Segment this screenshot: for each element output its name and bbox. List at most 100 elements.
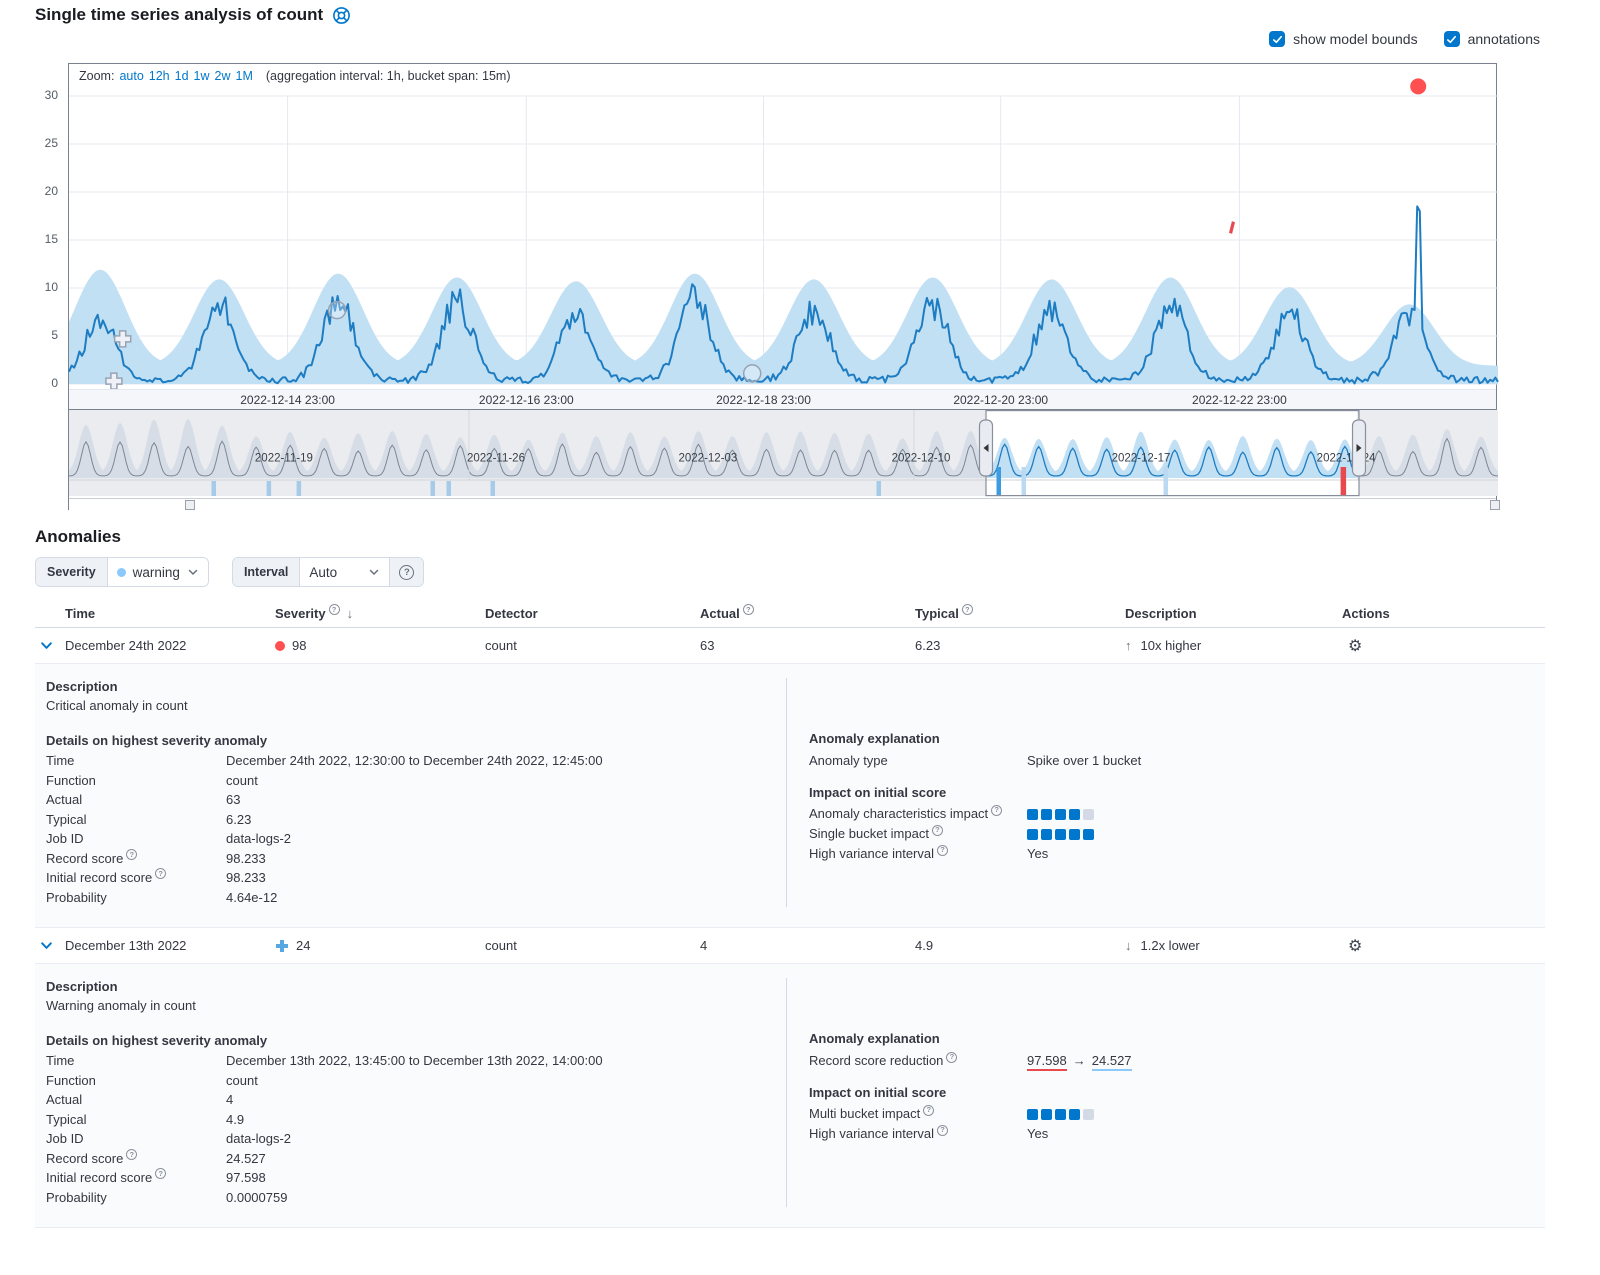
- svg-text:2022-11-26: 2022-11-26: [467, 453, 525, 465]
- focus-chart[interactable]: [69, 88, 1498, 389]
- severity-filter-label: Severity: [36, 558, 107, 586]
- details-heading: Details on highest severity anomaly: [46, 1031, 786, 1051]
- zoom-auto-link[interactable]: auto: [119, 69, 143, 83]
- annotation-mark[interactable]: [997, 467, 1002, 496]
- chevron-down-icon: [368, 566, 380, 578]
- annotation-mark[interactable]: [877, 481, 882, 496]
- y-tick-30: 30: [28, 88, 58, 102]
- track-handle-left[interactable]: [185, 500, 195, 510]
- severity-filter: Severity warning: [35, 557, 209, 587]
- anomaly-detector: count: [485, 938, 700, 953]
- col-time[interactable]: Time: [65, 606, 275, 621]
- zoom-label: Zoom:: [79, 69, 114, 83]
- annotation-mark[interactable]: [447, 481, 452, 496]
- interval-help-button[interactable]: ?: [389, 558, 423, 586]
- description-heading: Description: [46, 978, 786, 996]
- svg-text:2022-12-24: 2022-12-24: [1317, 453, 1376, 465]
- anomaly-circle-marker[interactable]: [329, 302, 346, 319]
- annotation-mark[interactable]: [212, 481, 217, 496]
- annotation-flag[interactable]: [1229, 221, 1235, 233]
- description-text: Warning anomaly in count: [46, 996, 786, 1016]
- help-icon: ?: [329, 604, 340, 615]
- col-detector[interactable]: Detector: [485, 606, 700, 621]
- anomaly-row-dec-13[interactable]: December 13th 2022 24 count 4 4.9 ↓ 1.2x…: [35, 928, 1545, 964]
- help-icon: ?: [155, 1168, 166, 1179]
- svg-text:2022-11-19: 2022-11-19: [255, 453, 313, 465]
- col-actual[interactable]: Actual?: [700, 606, 915, 621]
- annotations-checkbox[interactable]: annotations: [1444, 31, 1540, 47]
- y-tick-20: 20: [28, 184, 58, 198]
- critical-anomaly-marker[interactable]: [1410, 78, 1426, 94]
- show-model-bounds-label: show model bounds: [1293, 31, 1418, 47]
- col-severity[interactable]: Severity ? ↓: [275, 606, 485, 621]
- checkbox-checked-icon[interactable]: [1444, 31, 1460, 47]
- anomaly-severity: 98: [275, 638, 485, 653]
- severity-select-value: warning: [133, 565, 180, 580]
- annotation-mark[interactable]: [1341, 467, 1347, 496]
- description-heading: Description: [46, 678, 786, 696]
- svg-text:2022-12-03: 2022-12-03: [678, 453, 737, 465]
- help-icon: ?: [399, 565, 414, 580]
- y-tick-10: 10: [28, 280, 58, 294]
- explanation-heading: Anomaly explanation: [809, 730, 1545, 748]
- impact-bars: [1027, 804, 1545, 824]
- annotation-mark[interactable]: [297, 481, 302, 496]
- y-tick-5: 5: [28, 328, 58, 342]
- col-actions: Actions: [1330, 606, 1545, 621]
- description-text: Critical anomaly in count: [46, 696, 786, 716]
- row-actions-gear-icon[interactable]: ⚙: [1348, 638, 1362, 655]
- sort-desc-icon[interactable]: ↓: [347, 606, 354, 621]
- anomalies-heading: Anomalies: [35, 527, 121, 547]
- anomaly-typical: 6.23: [915, 638, 1125, 653]
- interval-select[interactable]: Auto: [299, 558, 389, 586]
- annotation-timeline-track[interactable]: [69, 498, 1496, 511]
- arrow-up-icon: ↑: [1125, 638, 1132, 653]
- details-heading: Details on highest severity anomaly: [46, 731, 786, 751]
- collapse-row-button[interactable]: [35, 935, 57, 957]
- zoom-1M-link[interactable]: 1M: [236, 69, 253, 83]
- context-chart[interactable]: 2022-11-192022-11-262022-12-032022-12-10…: [69, 410, 1498, 498]
- zoom-bar: Zoom: auto 12h 1d 1w 2w 1M (aggregation …: [69, 64, 1496, 88]
- annotation-mark[interactable]: [1022, 467, 1027, 496]
- severity-select[interactable]: warning: [107, 558, 208, 586]
- anomaly-actual: 4: [700, 938, 915, 953]
- anomaly-typical: 4.9: [915, 938, 1125, 953]
- warning-severity-dot: [117, 568, 126, 577]
- time-series-chart: Zoom: auto 12h 1d 1w 2w 1M (aggregation …: [68, 63, 1497, 510]
- focus-chart-x-axis: 2022-12-14 23:002022-12-16 23:002022-12-…: [69, 389, 1496, 410]
- zoom-12h-link[interactable]: 12h: [149, 69, 170, 83]
- col-typical[interactable]: Typical?: [915, 606, 1125, 621]
- track-handle-right[interactable]: [1490, 500, 1500, 510]
- collapse-row-button[interactable]: [35, 635, 57, 657]
- zoom-1w-link[interactable]: 1w: [194, 69, 210, 83]
- page-title-text: Single time series analysis of count: [35, 5, 323, 25]
- anomaly-circle-marker[interactable]: [744, 365, 761, 382]
- aggregation-info: (aggregation interval: 1h, bucket span: …: [266, 69, 511, 83]
- show-model-bounds-checkbox[interactable]: show model bounds: [1269, 31, 1418, 47]
- life-ring-icon[interactable]: [332, 6, 351, 25]
- x-tick: 2022-12-22 23:00: [1192, 393, 1287, 407]
- annotation-mark[interactable]: [431, 481, 436, 496]
- zoom-1d-link[interactable]: 1d: [175, 69, 189, 83]
- record-score-reduction: 97.598→24.527: [1027, 1051, 1545, 1071]
- checkbox-checked-icon[interactable]: [1269, 31, 1285, 47]
- help-icon: ?: [946, 1052, 957, 1063]
- arrow-down-icon: ↓: [1125, 938, 1132, 953]
- annotation-mark[interactable]: [1164, 467, 1169, 496]
- help-icon: ?: [126, 849, 137, 860]
- annotation-mark[interactable]: [267, 481, 272, 496]
- help-icon: ?: [155, 868, 166, 879]
- explanation-heading: Anomaly explanation: [809, 1030, 1545, 1048]
- chevron-down-icon: [187, 566, 199, 578]
- col-description: Description: [1125, 606, 1330, 621]
- page-title: Single time series analysis of count: [35, 5, 351, 25]
- annotation-mark[interactable]: [491, 481, 496, 496]
- y-tick-15: 15: [28, 232, 58, 246]
- anomaly-description: ↓ 1.2x lower: [1125, 938, 1330, 953]
- arrow-right-icon: →: [1073, 1053, 1086, 1068]
- row-actions-gear-icon[interactable]: ⚙: [1348, 938, 1362, 955]
- svg-text:2022-12-17: 2022-12-17: [1112, 453, 1171, 465]
- help-icon: ?: [991, 805, 1002, 816]
- zoom-2w-link[interactable]: 2w: [215, 69, 231, 83]
- anomaly-row-dec-24[interactable]: December 24th 2022 98 count 63 6.23 ↑ 10…: [35, 628, 1545, 664]
